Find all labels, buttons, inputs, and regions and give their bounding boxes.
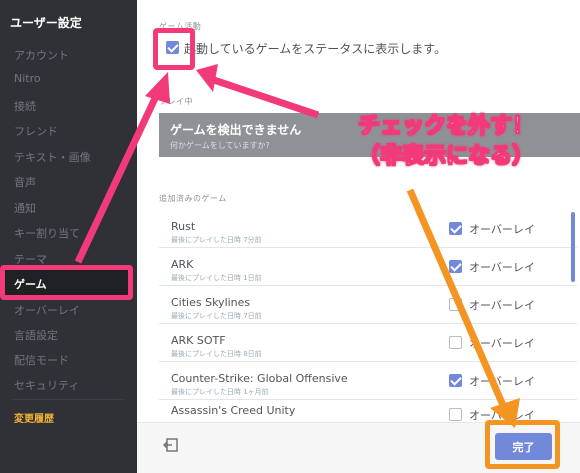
orange-arrow xyxy=(406,188,509,412)
annotation-line1: チェックを外す！ xyxy=(357,114,534,140)
annotation-callout: チェックを外す！ （非表示になる） xyxy=(312,112,580,172)
pink-arrow-up xyxy=(74,90,162,264)
pink-arrow-left xyxy=(206,74,320,119)
annotation-line2: （非表示になる） xyxy=(357,144,534,170)
annotation-arrows xyxy=(74,64,520,428)
pink-arrow-up-head xyxy=(145,72,170,104)
pink-arrow-left-head xyxy=(196,64,218,92)
